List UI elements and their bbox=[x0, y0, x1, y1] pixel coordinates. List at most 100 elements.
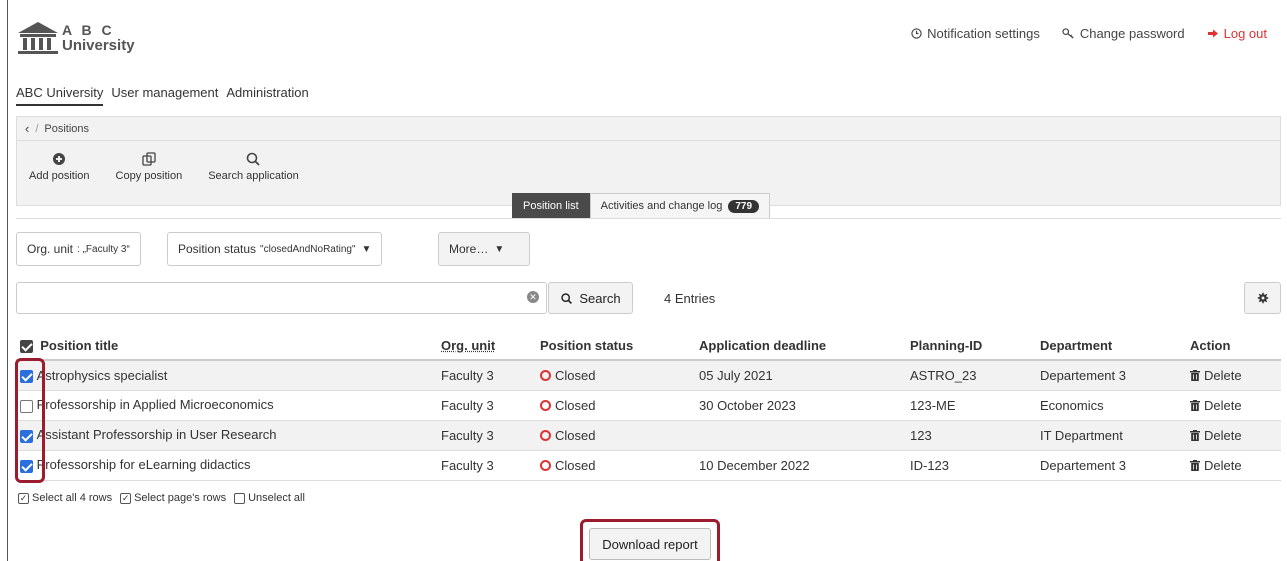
cell-department: Departement 3 bbox=[1036, 360, 1186, 391]
row-checkbox[interactable] bbox=[20, 429, 33, 443]
notification-settings-link[interactable]: Notification settings bbox=[911, 26, 1040, 41]
table-row[interactable]: Professorship for eLearning didactics Fac… bbox=[16, 450, 1281, 481]
tab-activities[interactable]: Activities and change log 779 bbox=[589, 193, 771, 219]
check-icon: ✓ bbox=[18, 492, 29, 504]
nav-item-user-management[interactable]: User management bbox=[111, 85, 218, 106]
search-icon bbox=[561, 292, 573, 304]
key-icon bbox=[1062, 28, 1074, 39]
check-icon: ✓ bbox=[120, 492, 132, 504]
table-settings-button[interactable] bbox=[1244, 282, 1281, 314]
header-org-unit[interactable]: Org. unit bbox=[437, 332, 536, 361]
header-department[interactable]: Department bbox=[1036, 332, 1186, 361]
unselect-all-link[interactable]: Unselect all bbox=[234, 492, 305, 504]
header-planning-id[interactable]: Planning-ID bbox=[906, 332, 1036, 361]
nav-item-abc-university[interactable]: ABC University bbox=[16, 85, 104, 106]
toolbar: Add position Copy position Search applic… bbox=[17, 141, 1280, 182]
chevron-down-icon: ▼ bbox=[361, 243, 372, 255]
cell-action: Delete bbox=[1186, 420, 1281, 451]
breadcrumb-current: Positions bbox=[44, 122, 90, 135]
cell-status: Closed bbox=[536, 420, 695, 451]
table-row[interactable]: Assistant Professorship in User Research… bbox=[16, 420, 1281, 451]
org-unit-filter-label: Org. unit bbox=[27, 242, 74, 256]
logo-line-2: University bbox=[62, 37, 135, 54]
cell-org-unit: Faculty 3 bbox=[437, 450, 536, 481]
plus-circle-icon bbox=[53, 153, 66, 165]
header-application-deadline[interactable]: Application deadline bbox=[695, 332, 906, 361]
table-row[interactable]: Astrophysics specialist Faculty 3 Closed 05… bbox=[16, 360, 1281, 391]
row-checkbox[interactable] bbox=[20, 399, 33, 413]
cell-org-unit: Faculty 3 bbox=[437, 360, 536, 391]
nav-item-administration[interactable]: Administration bbox=[226, 85, 308, 106]
trash-icon bbox=[1190, 399, 1200, 411]
cell-planning-id: ASTRO_23 bbox=[906, 360, 1036, 391]
cell-position-title[interactable]: Professorship for eLearning didactics bbox=[16, 450, 437, 481]
position-status-filter-value: "closedAndNoRating" bbox=[260, 243, 356, 255]
table-row[interactable]: Professorship in Applied Microeconomics F… bbox=[16, 390, 1281, 421]
closed-status-icon bbox=[540, 399, 551, 411]
main-nav: ABC University User management Administr… bbox=[16, 85, 309, 106]
tab-position-list[interactable]: Position list bbox=[512, 193, 590, 219]
back-chevron-icon[interactable]: ‹ bbox=[25, 121, 29, 136]
logout-label: Log out bbox=[1223, 26, 1267, 41]
add-position-button[interactable]: Add position bbox=[29, 151, 90, 182]
cell-status: Closed bbox=[536, 390, 695, 421]
university-logo[interactable]: A B C University bbox=[16, 20, 135, 56]
copy-position-button[interactable]: Copy position bbox=[116, 151, 182, 182]
top-links: Notification settings Change password Lo… bbox=[911, 26, 1267, 41]
change-password-label: Change password bbox=[1079, 26, 1185, 41]
chevron-down-icon: ▼ bbox=[494, 243, 505, 255]
closed-status-icon bbox=[540, 369, 551, 381]
delete-button[interactable]: Delete bbox=[1190, 368, 1277, 383]
cell-action: Delete bbox=[1186, 390, 1281, 421]
selection-links: ✓ Select all 4 rows ✓ Select page's rows U… bbox=[18, 492, 305, 504]
cell-position-title[interactable]: Assistant Professorship in User Research bbox=[16, 420, 437, 451]
header-position-status[interactable]: Position status bbox=[536, 332, 695, 361]
position-status-filter[interactable]: Position status "closedAndNoRating" ▼ bbox=[167, 232, 383, 266]
clear-search-icon[interactable]: ✕ bbox=[527, 291, 539, 303]
copy-icon bbox=[142, 152, 156, 166]
tab-activities-label: Activities and change log bbox=[600, 200, 723, 212]
logout-link[interactable]: Log out bbox=[1207, 26, 1267, 41]
gear-icon bbox=[1257, 292, 1268, 304]
entries-count: 4 Entries bbox=[664, 291, 716, 306]
row-checkbox[interactable] bbox=[20, 369, 33, 383]
closed-status-icon bbox=[540, 459, 551, 471]
positions-table: Position title Org. unit Position status… bbox=[16, 332, 1281, 481]
org-unit-filter[interactable]: Org. unit : „Faculty 3“ bbox=[16, 232, 141, 266]
add-position-label: Add position bbox=[29, 170, 90, 182]
table-header-row: Position title Org. unit Position status… bbox=[16, 332, 1281, 361]
cell-deadline bbox=[695, 420, 906, 451]
download-report-button[interactable]: Download report bbox=[589, 528, 711, 560]
cell-position-title[interactable]: Astrophysics specialist bbox=[16, 360, 437, 391]
search-button[interactable]: Search bbox=[548, 282, 633, 314]
select-all-checkbox[interactable] bbox=[20, 340, 33, 354]
breadcrumb: ‹ / Positions bbox=[17, 117, 1280, 141]
change-password-link[interactable]: Change password bbox=[1062, 26, 1185, 41]
select-page-rows-link[interactable]: ✓ Select page's rows bbox=[120, 492, 226, 504]
view-tabs: Position list Activities and change log … bbox=[512, 193, 771, 219]
search-application-label: Search application bbox=[208, 170, 299, 182]
notification-settings-label: Notification settings bbox=[927, 26, 1040, 41]
trash-icon bbox=[1190, 369, 1200, 381]
cell-action: Delete bbox=[1186, 360, 1281, 391]
tab-position-list-label: Position list bbox=[523, 200, 579, 212]
university-building-icon bbox=[18, 22, 58, 54]
header-position-title[interactable]: Position title bbox=[16, 332, 437, 361]
delete-button[interactable]: Delete bbox=[1190, 428, 1277, 443]
cell-status: Closed bbox=[536, 360, 695, 391]
breadcrumb-separator: / bbox=[35, 122, 39, 135]
header-action: Action bbox=[1186, 332, 1281, 361]
activities-count-badge: 779 bbox=[728, 199, 760, 213]
cell-planning-id: 123-ME bbox=[906, 390, 1036, 421]
cell-department: Economics bbox=[1036, 390, 1186, 421]
more-filters-button[interactable]: More… ▼ bbox=[438, 232, 530, 266]
tab-divider bbox=[16, 218, 1281, 219]
cell-position-title[interactable]: Professorship in Applied Microeconomics bbox=[16, 390, 437, 421]
delete-button[interactable]: Delete bbox=[1190, 398, 1277, 413]
closed-status-icon bbox=[540, 429, 551, 441]
select-all-rows-link[interactable]: ✓ Select all 4 rows bbox=[18, 492, 112, 504]
search-input[interactable] bbox=[16, 282, 547, 314]
search-application-button[interactable]: Search application bbox=[208, 151, 299, 182]
row-checkbox[interactable] bbox=[20, 459, 33, 473]
delete-button[interactable]: Delete bbox=[1190, 458, 1277, 473]
